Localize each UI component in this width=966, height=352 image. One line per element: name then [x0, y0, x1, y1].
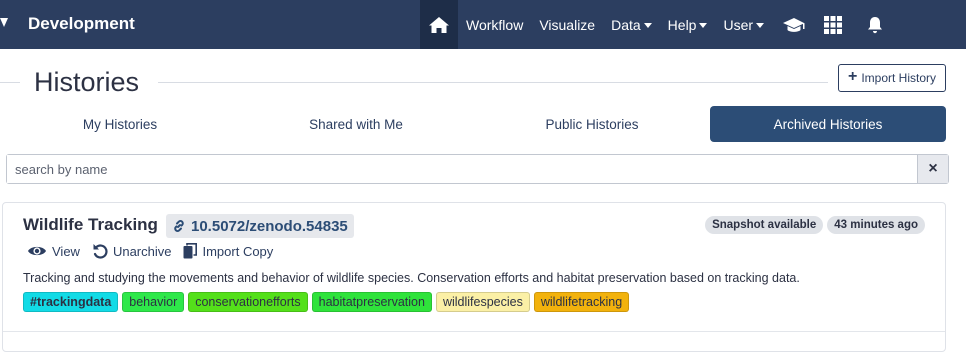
- clear-search-button[interactable]: ×: [917, 155, 948, 183]
- home-button[interactable]: [420, 0, 458, 49]
- tab-my-histories[interactable]: My Histories: [6, 106, 234, 142]
- search-bar: ×: [6, 154, 949, 184]
- timestamp-badge: 43 minutes ago: [827, 216, 925, 234]
- history-tabs: My Histories Shared with Me Public Histo…: [0, 106, 966, 142]
- notifications-button[interactable]: [852, 0, 898, 49]
- history-tags: #trackingdata behavior conservationeffor…: [23, 292, 630, 312]
- tab-label: Public Histories: [545, 116, 639, 132]
- unarchive-button[interactable]: Unarchive: [92, 243, 172, 259]
- history-badges: Snapshot available 43 minutes ago: [705, 216, 925, 234]
- tag-habitatpreservation[interactable]: habitatpreservation: [311, 292, 432, 312]
- eye-icon: [28, 246, 46, 256]
- close-icon: ×: [928, 160, 938, 177]
- unarchive-label: Unarchive: [112, 243, 172, 259]
- nav-help-dropdown[interactable]: Help: [660, 0, 716, 49]
- tab-label: My Histories: [82, 116, 158, 132]
- tab-archived-histories[interactable]: Archived Histories: [710, 106, 946, 142]
- import-copy-button[interactable]: Import Copy: [183, 243, 273, 259]
- copy-icon: [183, 243, 198, 259]
- history-card: Wildlife Tracking 10.5072/zenodo.54835 S…: [2, 202, 946, 352]
- nav-visualize-label: Visualize: [539, 16, 596, 33]
- import-copy-label: Import Copy: [202, 243, 274, 259]
- tab-label: Shared with Me: [309, 116, 403, 132]
- tag-wildlifetracking[interactable]: wildlifetracking: [533, 292, 630, 312]
- brand-title[interactable]: Development: [28, 14, 135, 34]
- nav-data-dropdown[interactable]: Data: [603, 0, 660, 49]
- tab-shared-with-me[interactable]: Shared with Me: [242, 106, 470, 142]
- caret-down-icon: [756, 22, 765, 28]
- bell-icon: [868, 16, 883, 33]
- heading-divider: [158, 82, 828, 83]
- doi-badge[interactable]: 10.5072/zenodo.54835: [166, 214, 354, 238]
- nav-workflow[interactable]: Workflow: [458, 0, 531, 49]
- nav-workflow-label: Workflow: [466, 16, 524, 33]
- tab-label: Archived Histories: [773, 116, 883, 132]
- training-button[interactable]: [774, 0, 814, 49]
- nav-user-label: User: [723, 16, 754, 33]
- nav-visualize[interactable]: Visualize: [531, 0, 603, 49]
- card-divider: [3, 331, 945, 332]
- tag-wildlifespecies[interactable]: wildlifespecies: [435, 292, 530, 312]
- graduation-cap-icon: [783, 17, 805, 32]
- tab-public-histories[interactable]: Public Histories: [476, 106, 708, 142]
- plus-icon: +: [847, 68, 858, 85]
- doi-text: 10.5072/zenodo.54835: [191, 217, 348, 235]
- top-navbar: Development Workflow Visualize Data Help…: [0, 0, 966, 49]
- nav-user-dropdown[interactable]: User: [715, 0, 772, 49]
- import-history-button[interactable]: + Import History: [838, 64, 946, 92]
- undo-icon: [93, 244, 108, 259]
- nav-help-label: Help: [667, 16, 697, 33]
- nav-items: Workflow Visualize Data Help User: [420, 0, 898, 49]
- brand-menu-caret-icon[interactable]: [0, 18, 8, 27]
- history-title[interactable]: Wildlife Tracking: [23, 215, 158, 235]
- import-history-label: Import History: [861, 71, 937, 85]
- view-label: View: [52, 243, 80, 259]
- apps-grid-icon: [824, 15, 843, 34]
- nav-data-label: Data: [611, 16, 641, 33]
- home-icon: [429, 16, 449, 33]
- page-header: Histories + Import History: [0, 49, 966, 105]
- tag-conservationefforts[interactable]: conservationefforts: [188, 292, 308, 312]
- search-input[interactable]: [7, 155, 917, 183]
- view-button[interactable]: View: [27, 244, 80, 259]
- tag-behavior[interactable]: behavior: [122, 292, 185, 312]
- caret-down-icon: [643, 22, 652, 28]
- tag-trackingdata[interactable]: #trackingdata: [23, 292, 119, 312]
- caret-down-icon: [699, 22, 708, 28]
- snapshot-badge: Snapshot available: [705, 216, 824, 234]
- heading-divider-left: [0, 82, 20, 83]
- link-icon: [174, 220, 184, 232]
- page-title: Histories: [34, 67, 140, 97]
- history-actions: View Unarchive Import Copy: [27, 243, 273, 259]
- apps-button[interactable]: [814, 0, 852, 49]
- history-description: Tracking and studying the movements and …: [23, 271, 800, 285]
